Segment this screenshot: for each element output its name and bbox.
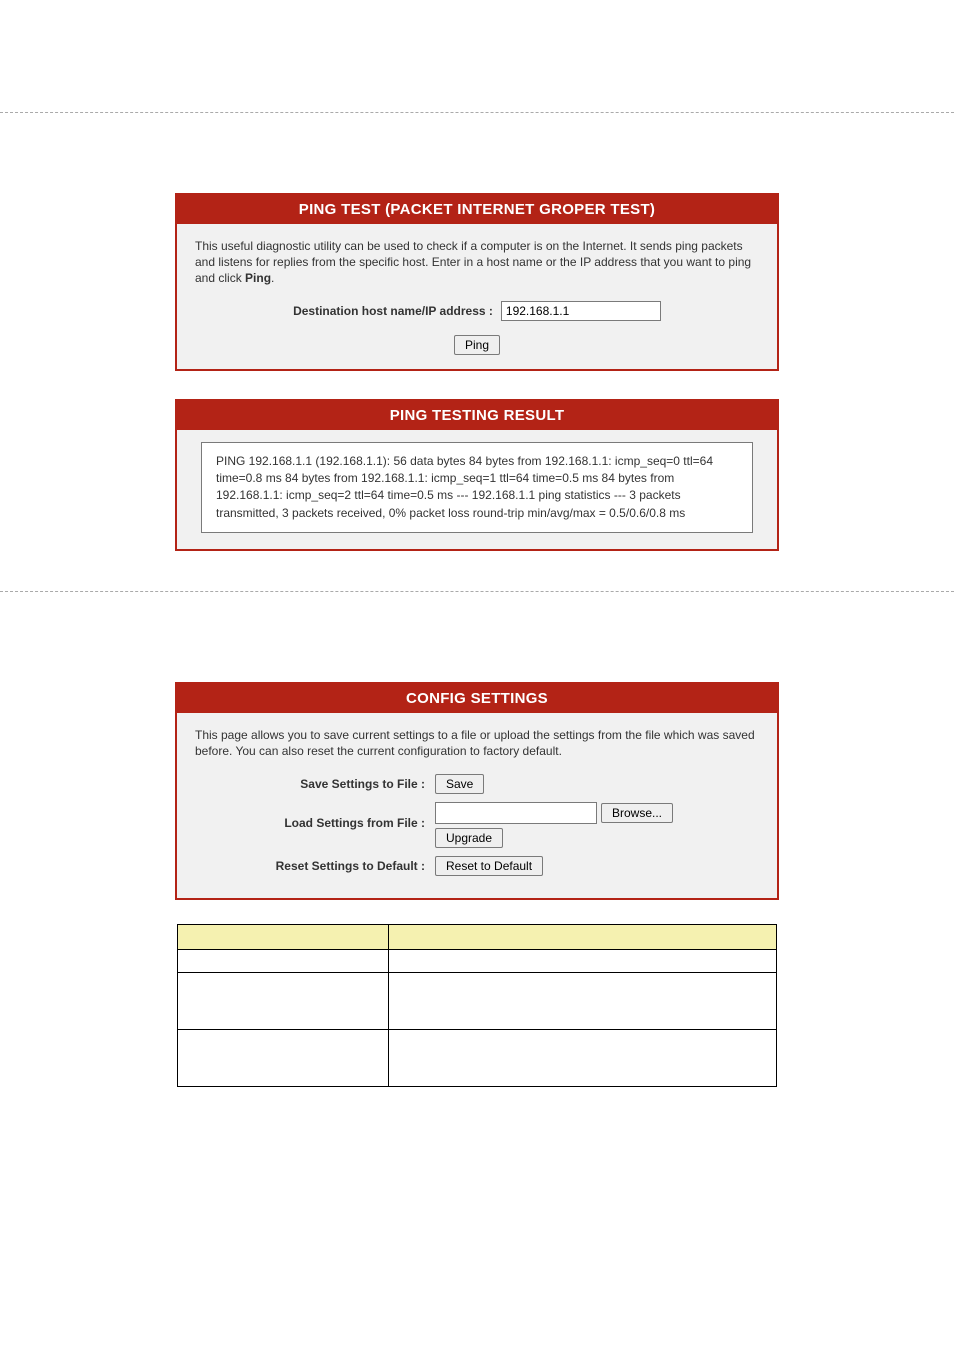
ping-test-description: This useful diagnostic utility can be us… (195, 238, 759, 287)
empty-table (177, 924, 777, 1087)
ping-desc-text-c: . (271, 271, 274, 285)
reset-settings-label: Reset Settings to Default : (195, 856, 435, 873)
ping-result-title: PING TESTING RESULT (177, 401, 777, 430)
ping-test-title: PING TEST (PACKET INTERNET GROPER TEST) (177, 195, 777, 224)
ping-desc-bold: Ping (245, 271, 271, 285)
load-settings-label: Load Settings from File : (195, 802, 435, 830)
table-row (178, 1029, 777, 1086)
destination-input[interactable] (501, 301, 661, 321)
table-row (178, 972, 777, 1029)
destination-label: Destination host name/IP address : (293, 304, 493, 318)
reset-button[interactable]: Reset to Default (435, 856, 543, 876)
ping-result-output: PING 192.168.1.1 (192.168.1.1): 56 data … (201, 442, 753, 534)
ping-result-panel: PING TESTING RESULT PING 192.168.1.1 (19… (175, 399, 779, 552)
browse-button[interactable]: Browse... (601, 803, 673, 823)
load-file-input[interactable] (435, 802, 597, 824)
table-row (178, 924, 777, 949)
ping-button[interactable]: Ping (454, 335, 500, 355)
ping-test-panel: PING TEST (PACKET INTERNET GROPER TEST) … (175, 193, 779, 371)
save-button[interactable]: Save (435, 774, 484, 794)
config-settings-description: This page allows you to save current set… (195, 727, 759, 759)
config-settings-panel: CONFIG SETTINGS This page allows you to … (175, 682, 779, 899)
upgrade-button[interactable]: Upgrade (435, 828, 503, 848)
config-settings-title: CONFIG SETTINGS (177, 684, 777, 713)
save-settings-label: Save Settings to File : (195, 774, 435, 791)
ping-desc-text-a: This useful diagnostic utility can be us… (195, 239, 751, 285)
table-row (178, 949, 777, 972)
